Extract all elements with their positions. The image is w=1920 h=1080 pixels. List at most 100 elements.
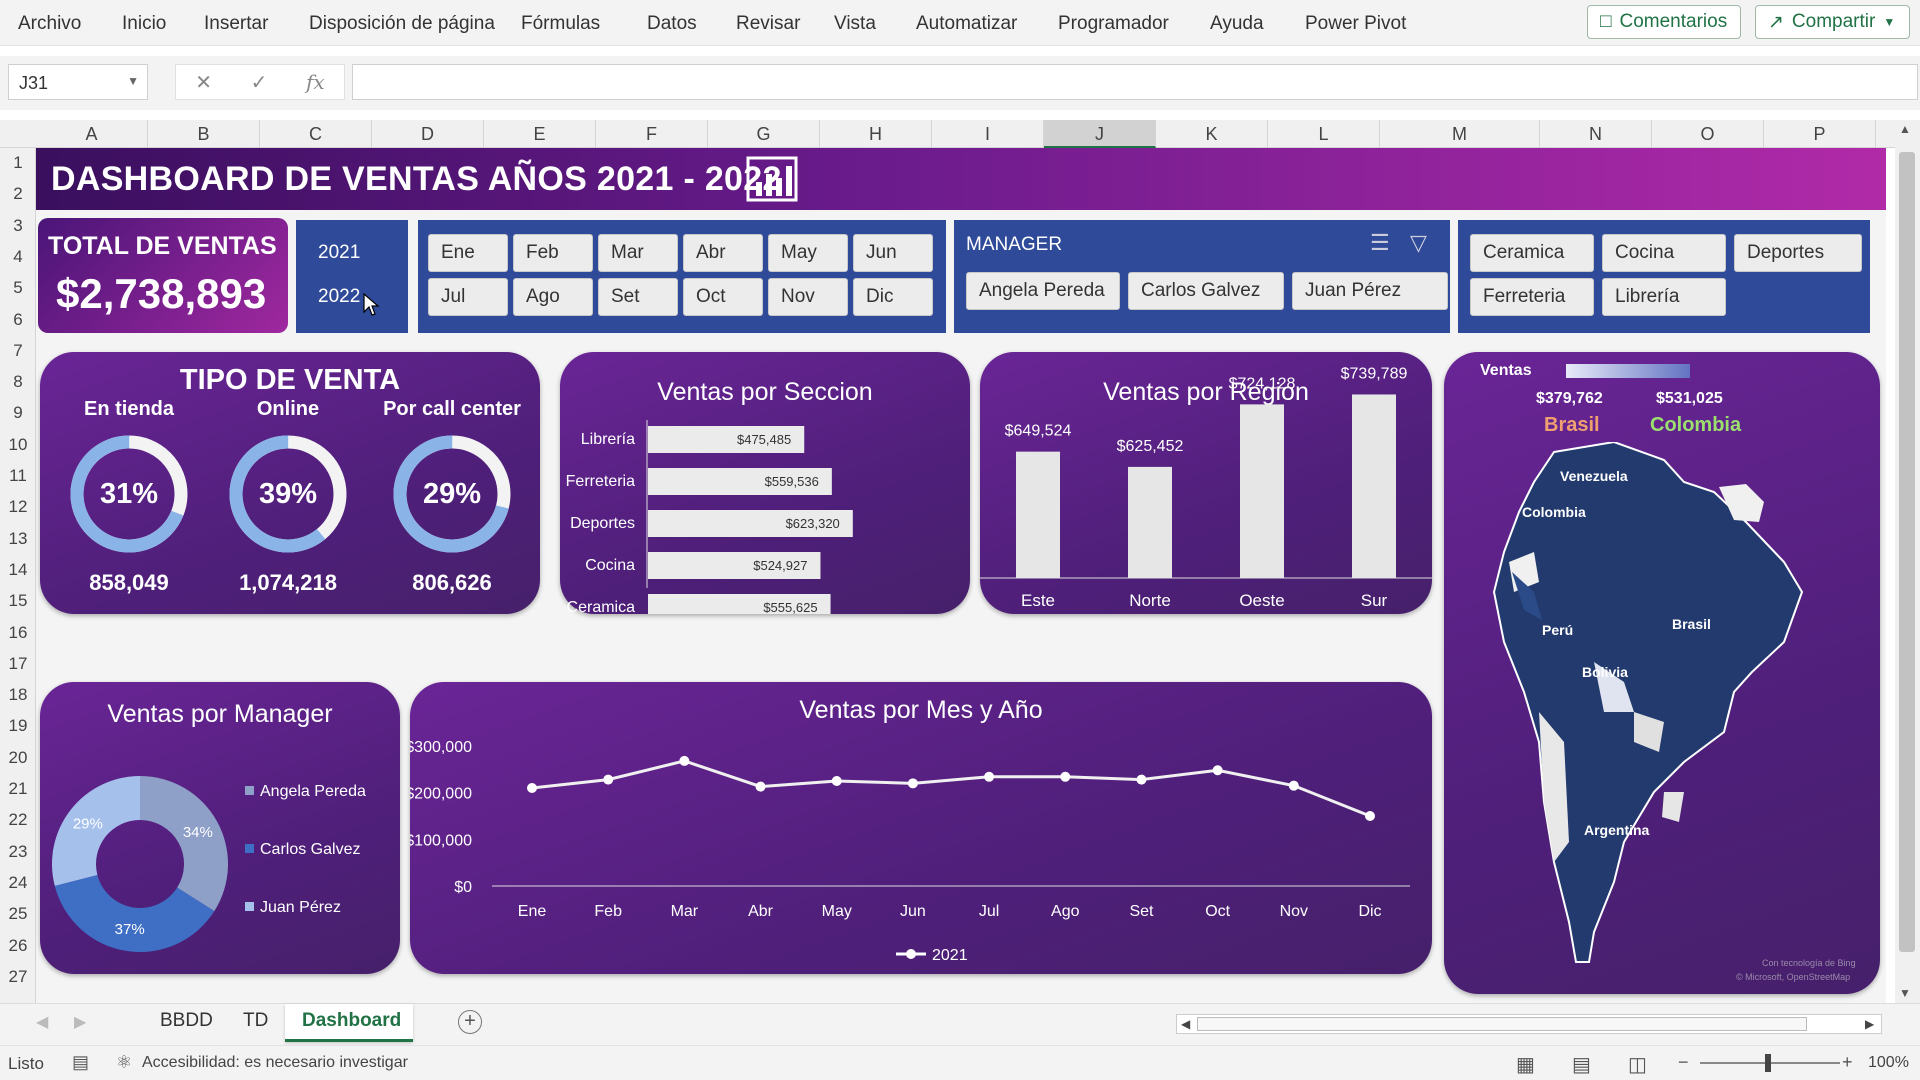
page-break-icon[interactable]: ◫ <box>1628 1052 1647 1077</box>
tab-datos[interactable]: Datos <box>647 13 697 35</box>
row-header[interactable]: 5 <box>0 278 36 298</box>
scroll-right-icon[interactable]: ▶ <box>1865 1017 1874 1031</box>
scroll-up-icon[interactable]: ▲ <box>1899 122 1911 136</box>
manager-carlos[interactable]: Carlos Galvez <box>1128 272 1284 310</box>
month-jun[interactable]: Jun <box>853 234 933 272</box>
row-header[interactable]: 24 <box>0 873 36 893</box>
month-set[interactable]: Set <box>598 278 678 316</box>
comments-button[interactable]: □ Comentarios <box>1587 5 1741 39</box>
row-header[interactable]: 20 <box>0 748 36 768</box>
check-icon[interactable]: ✓ <box>251 70 268 95</box>
tab-insertar[interactable]: Insertar <box>204 13 268 35</box>
formula-input[interactable] <box>352 64 1918 100</box>
next-sheet-icon[interactable]: ▶ <box>74 1012 86 1032</box>
section-ferreteria[interactable]: Ferreteria <box>1470 278 1594 316</box>
column-header[interactable]: L <box>1268 120 1380 148</box>
zoom-out-icon[interactable]: − <box>1678 1052 1689 1073</box>
accessibility-icon[interactable]: ⚛ <box>116 1052 132 1073</box>
row-header[interactable]: 12 <box>0 497 36 517</box>
tab-vista[interactable]: Vista <box>834 13 876 35</box>
section-libreria[interactable]: Librería <box>1602 278 1726 316</box>
column-header[interactable]: C <box>260 120 372 148</box>
prev-sheet-icon[interactable]: ◀ <box>36 1012 48 1032</box>
row-header[interactable]: 22 <box>0 810 36 830</box>
month-abr[interactable]: Abr <box>683 234 763 272</box>
column-header[interactable]: M <box>1380 120 1540 148</box>
row-header[interactable]: 4 <box>0 247 36 267</box>
zoom-level[interactable]: 100% <box>1868 1054 1909 1072</box>
column-header[interactable]: G <box>708 120 820 148</box>
year-2021[interactable]: 2021 <box>318 242 360 264</box>
column-header[interactable]: P <box>1764 120 1876 148</box>
macro-record-icon[interactable]: ▤ <box>72 1052 89 1073</box>
row-header[interactable]: 27 <box>0 967 36 987</box>
row-header[interactable]: 13 <box>0 529 36 549</box>
year-2022[interactable]: 2022 <box>318 286 360 308</box>
tab-automatizar[interactable]: Automatizar <box>916 13 1017 35</box>
cancel-icon[interactable]: ✕ <box>195 70 212 95</box>
sheet-tab-td[interactable]: TD <box>243 1010 268 1032</box>
row-header[interactable]: 18 <box>0 685 36 705</box>
row-header[interactable]: 17 <box>0 654 36 674</box>
scroll-down-icon[interactable]: ▼ <box>1899 986 1911 1000</box>
column-header[interactable]: J <box>1044 120 1156 148</box>
row-header[interactable]: 7 <box>0 341 36 361</box>
tab-power-pivot[interactable]: Power Pivot <box>1305 13 1406 35</box>
sheet-tab-dashboard[interactable]: Dashboard <box>285 1004 413 1042</box>
row-header[interactable]: 1 <box>0 153 36 173</box>
vertical-scrollbar[interactable]: ▲ ▼ <box>1895 120 1920 1003</box>
column-header[interactable]: D <box>372 120 484 148</box>
row-header[interactable]: 23 <box>0 842 36 862</box>
month-dic[interactable]: Dic <box>853 278 933 316</box>
month-ene[interactable]: Ene <box>428 234 508 272</box>
manager-juan[interactable]: Juan Pérez <box>1292 272 1448 310</box>
row-header[interactable]: 26 <box>0 936 36 956</box>
column-header[interactable]: H <box>820 120 932 148</box>
tab-inicio[interactable]: Inicio <box>122 13 166 35</box>
column-header[interactable]: E <box>484 120 596 148</box>
share-button[interactable]: ↗ Compartir ▼ <box>1755 5 1910 39</box>
column-header[interactable]: K <box>1156 120 1268 148</box>
month-mar[interactable]: Mar <box>598 234 678 272</box>
row-header[interactable]: 16 <box>0 623 36 643</box>
horizontal-scrollbar[interactable]: ◀ ▶ <box>1176 1014 1882 1034</box>
month-nov[interactable]: Nov <box>768 278 848 316</box>
normal-view-icon[interactable]: ▦ <box>1516 1052 1535 1077</box>
tab-revisar[interactable]: Revisar <box>736 13 800 35</box>
vertical-scroll-thumb[interactable] <box>1899 152 1915 952</box>
column-header[interactable]: F <box>596 120 708 148</box>
column-header[interactable]: B <box>148 120 260 148</box>
name-box[interactable]: J31 ▼ <box>8 64 148 100</box>
column-header[interactable]: O <box>1652 120 1764 148</box>
row-header[interactable]: 21 <box>0 779 36 799</box>
column-header[interactable]: A <box>36 120 148 148</box>
month-ago[interactable]: Ago <box>513 278 593 316</box>
horizontal-scroll-thumb[interactable] <box>1197 1017 1807 1031</box>
manager-angela[interactable]: Angela Pereda <box>966 272 1120 310</box>
sheet-tab-bbdd[interactable]: BBDD <box>160 1010 213 1032</box>
month-may[interactable]: May <box>768 234 848 272</box>
tab-formulas[interactable]: Fórmulas <box>521 13 600 35</box>
row-header[interactable]: 10 <box>0 435 36 455</box>
month-oct[interactable]: Oct <box>683 278 763 316</box>
page-layout-icon[interactable]: ▤ <box>1572 1052 1591 1077</box>
accessibility-status[interactable]: Accesibilidad: es necesario investigar <box>142 1054 408 1072</box>
section-deportes[interactable]: Deportes <box>1734 234 1862 272</box>
scroll-left-icon[interactable]: ◀ <box>1181 1017 1190 1031</box>
row-header[interactable]: 3 <box>0 216 36 236</box>
row-header[interactable]: 14 <box>0 560 36 580</box>
row-header[interactable]: 6 <box>0 310 36 330</box>
multi-select-icon[interactable]: ☰ <box>1370 230 1390 256</box>
tab-disposicion[interactable]: Disposición de página <box>309 13 495 35</box>
row-header[interactable]: 25 <box>0 904 36 924</box>
add-sheet-icon[interactable]: + <box>458 1010 482 1034</box>
column-header[interactable]: I <box>932 120 1044 148</box>
tab-ayuda[interactable]: Ayuda <box>1210 13 1264 35</box>
row-header[interactable]: 19 <box>0 716 36 736</box>
section-cocina[interactable]: Cocina <box>1602 234 1726 272</box>
month-feb[interactable]: Feb <box>513 234 593 272</box>
row-header[interactable]: 2 <box>0 184 36 204</box>
clear-filter-icon[interactable]: ▽ <box>1410 230 1427 256</box>
row-header[interactable]: 8 <box>0 372 36 392</box>
section-ceramica[interactable]: Ceramica <box>1470 234 1594 272</box>
